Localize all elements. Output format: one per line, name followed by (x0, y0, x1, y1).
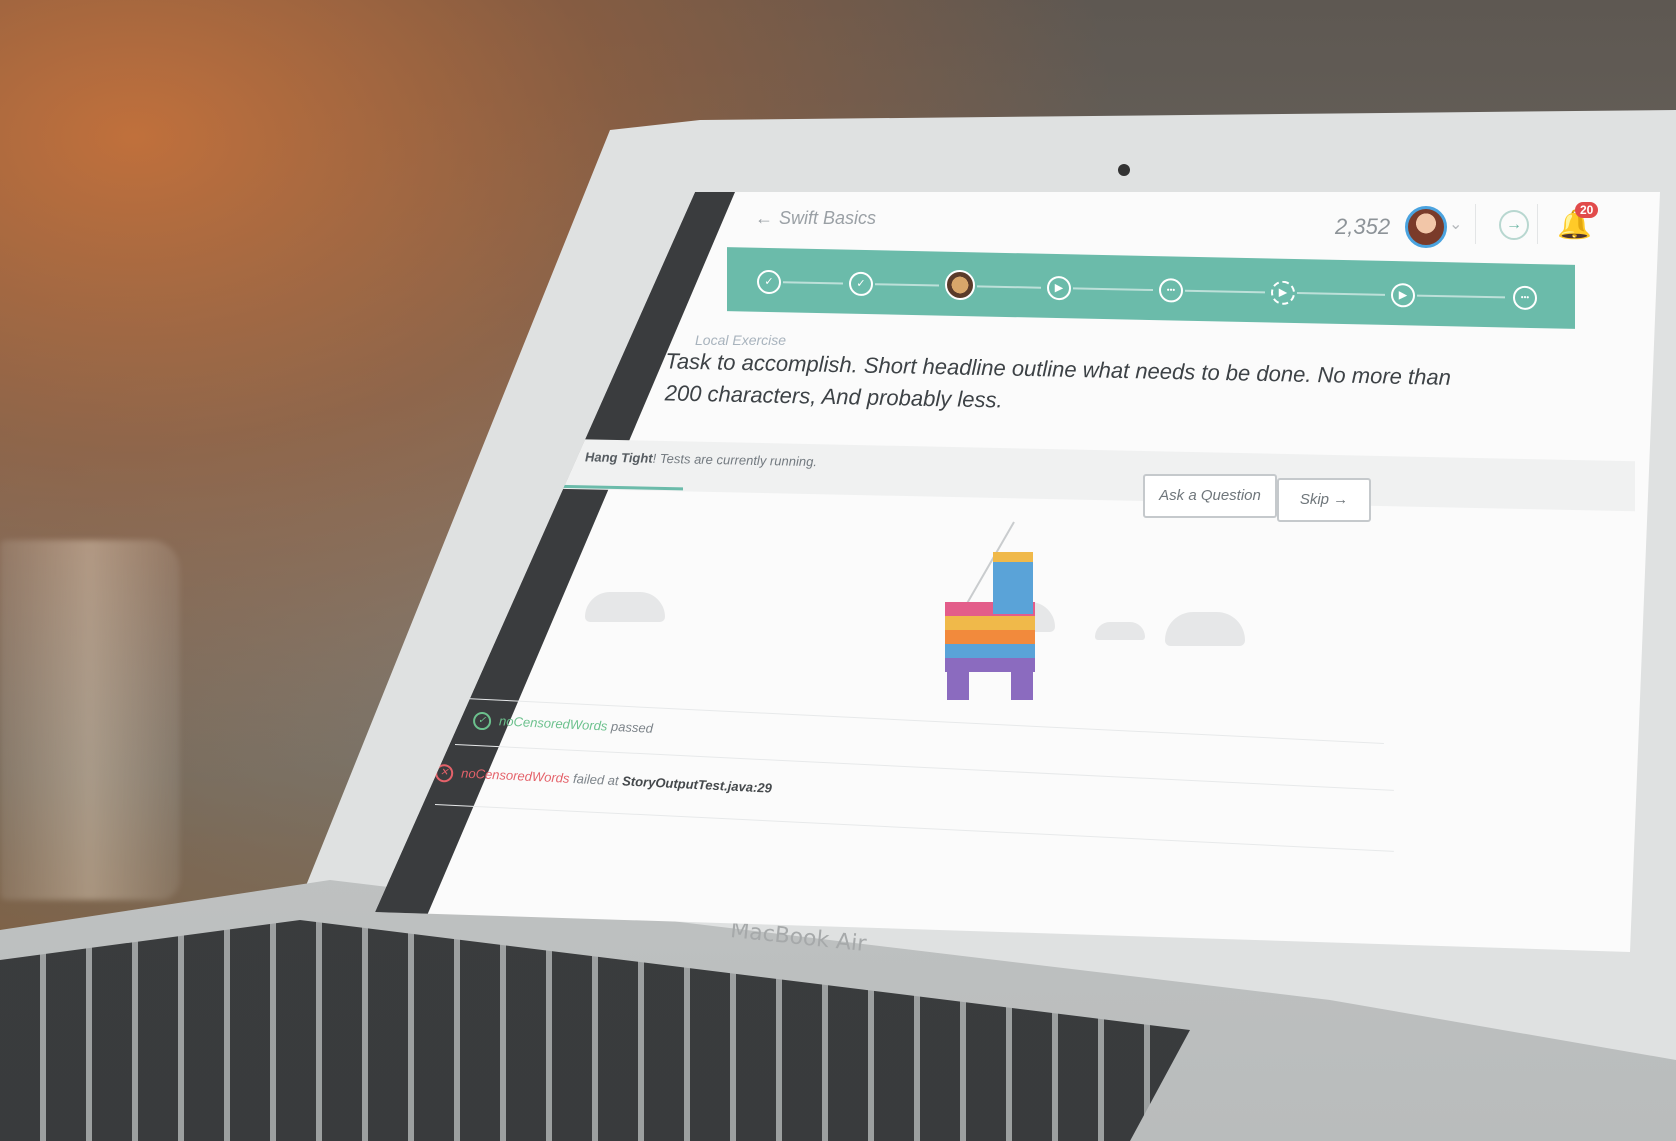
test-name: noCensoredWords (460, 765, 570, 786)
status-message: Hang Tight! Tests are currently running. (585, 449, 817, 469)
pinata-head (993, 552, 1033, 614)
test-result: passed (610, 718, 654, 736)
pinata-leg (947, 672, 969, 700)
pinata-icon (935, 552, 1045, 702)
ask-question-button[interactable]: Ask a Question (1143, 474, 1277, 518)
chevron-down-icon[interactable]: ⌄ (1449, 214, 1462, 234)
step-done[interactable]: ✓ (849, 271, 873, 297)
test-result: failed at (572, 770, 619, 789)
water-glass (0, 540, 180, 900)
pinata-stripe (945, 644, 1035, 658)
step-connector (875, 283, 939, 287)
pinata-leg (1011, 672, 1033, 700)
step-done[interactable]: ✓ (757, 269, 781, 295)
points-count: 2,352 (1335, 214, 1391, 239)
loading-illustration (505, 521, 1505, 732)
cloud-shape (1095, 622, 1145, 640)
test-result-fail: ✕ noCensoredWords failed at StoryOutputTe… (434, 763, 773, 798)
step-connector (1417, 294, 1505, 299)
step-current[interactable] (945, 269, 975, 301)
pinata-stripe (945, 616, 1035, 630)
step-connector (783, 281, 843, 285)
step-connector (1073, 287, 1153, 292)
pinata-stripe (945, 658, 1035, 672)
step-quiz[interactable]: ••• (1513, 285, 1537, 311)
test-file: StoryOutputTest.java:29 (621, 773, 773, 796)
divider (434, 804, 1394, 852)
course-title: Swift Basics (779, 208, 877, 228)
status-text: ! Tests are currently running. (652, 450, 817, 470)
cloud-shape (1165, 612, 1245, 646)
check-circle-icon: ✓ (472, 711, 492, 731)
test-status-bar: Hang Tight! Tests are currently running. (555, 438, 1635, 512)
step-connector (1185, 289, 1265, 294)
divider (1537, 204, 1538, 244)
step-quiz[interactable]: ••• (1159, 278, 1183, 303)
avatar[interactable] (1405, 206, 1447, 248)
back-link[interactable]: ← Swift Basics (755, 208, 876, 229)
divider (1475, 204, 1476, 244)
step-video-locked[interactable]: ▶ (1271, 280, 1295, 306)
arrow-left-icon: ← (755, 208, 773, 228)
lesson-progress: ✓ ✓ ▶ ••• ▶ ▶ ••• (727, 247, 1575, 329)
step-connector (1297, 292, 1385, 296)
skip-button[interactable]: Skip → (1277, 478, 1371, 522)
pinata-stripe (945, 630, 1035, 644)
skip-label: Skip (1299, 491, 1329, 508)
webcam (1118, 164, 1130, 176)
status-strong: Hang Tight (585, 449, 653, 466)
exercise-headline: Task to accomplish. Short headline outli… (664, 348, 1452, 413)
notification-badge: 20 (1575, 202, 1599, 218)
step-video[interactable]: ▶ (1391, 283, 1415, 308)
exit-icon[interactable]: → (1499, 210, 1529, 240)
step-connector (977, 285, 1041, 289)
step-video[interactable]: ▶ (1047, 275, 1071, 301)
cloud-shape (585, 592, 665, 622)
arrow-right-icon: → (1333, 491, 1349, 508)
